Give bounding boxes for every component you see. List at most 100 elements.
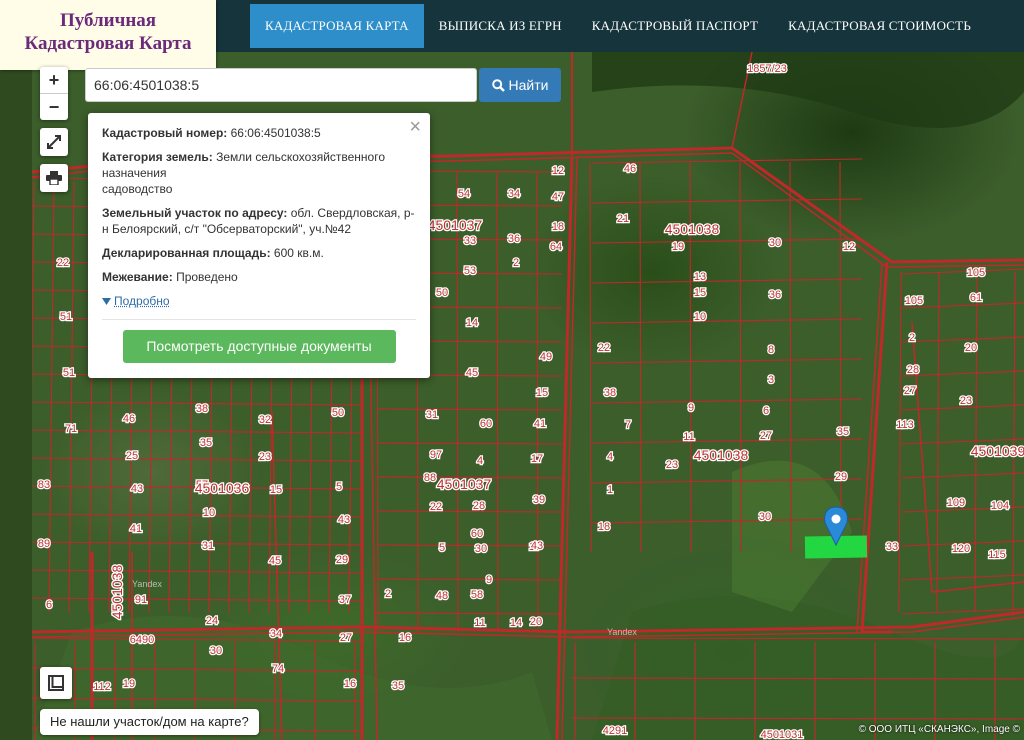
plot-label: 45 xyxy=(466,367,478,379)
cadastral-number-row: Кадастровый номер: 66:06:4501038:5 xyxy=(102,125,416,141)
land-usage-value: садоводство xyxy=(102,182,173,196)
plot-label: 38 xyxy=(196,403,208,415)
plot-label: 19 xyxy=(672,241,684,253)
address-row: Земельный участок по адресу: обл. Свердл… xyxy=(102,205,416,237)
plot-label: 27 xyxy=(340,632,352,644)
plot-label: 16 xyxy=(344,678,356,690)
plot-label: 36 xyxy=(769,289,781,301)
plot-label: 4 xyxy=(607,451,613,463)
plot-label: 89 xyxy=(38,538,50,550)
plot-label: 51 xyxy=(63,367,75,379)
plot-label: 83 xyxy=(38,479,50,491)
plot-label: 3 xyxy=(768,374,774,386)
address-label: Земельный участок по адресу: xyxy=(102,206,288,220)
plot-label: 27 xyxy=(760,430,772,442)
plot-label: 23 xyxy=(259,451,271,463)
fullscreen-button[interactable] xyxy=(40,128,68,156)
logo-line-1: Публичная xyxy=(59,10,157,31)
land-category-row: Категория земель: Земли сельскохозяйстве… xyxy=(102,149,416,197)
nav-egrn-extract[interactable]: ВЫПИСКА ИЗ ЕГРН xyxy=(424,4,577,48)
plot-label: 27 xyxy=(904,385,916,397)
find-button-label: Найти xyxy=(508,77,549,93)
plot-label: 105 xyxy=(905,295,923,307)
plot-label: 51 xyxy=(60,311,72,323)
find-button[interactable]: Найти xyxy=(479,68,561,102)
close-icon[interactable]: × xyxy=(409,117,421,137)
printer-icon xyxy=(46,171,62,185)
plot-label: 4501031 xyxy=(761,729,804,740)
main-nav: КАДАСТРОВАЯ КАРТА ВЫПИСКА ИЗ ЕГРН КАДАСТ… xyxy=(250,4,986,48)
details-link-label: Подробно xyxy=(114,294,170,308)
book-icon xyxy=(48,675,64,691)
plot-label: 50 xyxy=(436,287,448,299)
plot-label: 16 xyxy=(399,632,411,644)
zoom-out-button[interactable]: − xyxy=(40,94,68,120)
plot-label: 17 xyxy=(531,453,543,465)
plot-label: 20 xyxy=(965,342,977,354)
plot-label: 13 xyxy=(694,271,706,283)
zoom-in-button[interactable]: + xyxy=(40,67,68,94)
plot-label: 105 xyxy=(967,267,985,279)
plot-label: 2 xyxy=(385,588,391,600)
land-category-label: Категория земель: xyxy=(102,150,213,164)
print-button[interactable] xyxy=(40,164,68,192)
plot-label: 31 xyxy=(426,409,438,421)
plot-label: 20 xyxy=(530,616,542,628)
plot-label: 64 xyxy=(550,241,562,253)
quarter-label: 4501038 xyxy=(109,565,125,620)
plot-label: 41 xyxy=(130,523,142,535)
plot-label: 21 xyxy=(617,213,629,225)
plot-label: 6 xyxy=(763,405,769,417)
plot-label: 7 xyxy=(625,419,631,431)
plot-label: 48 xyxy=(436,590,448,602)
plot-label: 1857/23 xyxy=(747,63,787,75)
view-documents-button[interactable]: Посмотреть доступные документы xyxy=(122,330,396,363)
not-found-link[interactable]: Не нашли участок/дом на карте? xyxy=(40,709,259,735)
quarter-label: 4501039 xyxy=(971,443,1024,459)
area-label: Декларированная площадь: xyxy=(102,246,271,260)
plot-label: 18 xyxy=(552,221,564,233)
cadastral-search-input[interactable] xyxy=(86,69,476,101)
area-value: 600 кв.м. xyxy=(273,246,324,260)
cadastral-number-label: Кадастровый номер: xyxy=(102,126,228,140)
plot-label: 32 xyxy=(259,414,271,426)
quarter-label: 4501036 xyxy=(195,480,250,496)
plot-label: 97 xyxy=(430,449,442,461)
plot-label: 12 xyxy=(843,241,855,253)
plot-label: 37 xyxy=(339,594,351,606)
nav-cadastral-value[interactable]: КАДАСТРОВАЯ СТОИМОСТЬ xyxy=(773,4,986,48)
plot-label: 35 xyxy=(392,680,404,692)
plot-label: 9 xyxy=(486,574,492,586)
plot-label: 34 xyxy=(270,628,282,640)
plot-label: 61 xyxy=(970,292,982,304)
plot-label: 30 xyxy=(759,511,771,523)
logo-line-2: Кадастровая Карта xyxy=(24,33,192,54)
layers-button[interactable] xyxy=(40,667,72,699)
plot-label: 30 xyxy=(769,237,781,249)
plot-label: 4291 xyxy=(603,725,627,737)
nav-cadastral-map[interactable]: КАДАСТРОВАЯ КАРТА xyxy=(250,4,424,48)
plot-label: 8 xyxy=(768,344,774,356)
plot-label: 35 xyxy=(837,426,849,438)
quarter-label: 4501037 xyxy=(428,217,483,233)
site-logo[interactable]: Публичная Кадастровая Карта xyxy=(0,0,216,70)
nav-cadastral-passport[interactable]: КАДАСТРОВЫЙ ПАСПОРТ xyxy=(577,4,773,48)
plot-label: 35 xyxy=(200,437,212,449)
plot-label: 15 xyxy=(270,484,282,496)
plot-label: 12 xyxy=(552,165,564,177)
plot-label: 14 xyxy=(466,317,478,329)
plot-label: 11 xyxy=(683,431,694,443)
plot-label: 30 xyxy=(475,543,487,555)
plot-label: 10 xyxy=(203,507,215,519)
plot-label: 60 xyxy=(480,418,492,430)
plot-label: 23 xyxy=(666,459,678,471)
plot-label: 22 xyxy=(430,501,442,513)
plot-label: 36 xyxy=(508,233,520,245)
plot-label: 71 xyxy=(65,423,77,435)
plot-label: 4 xyxy=(477,455,483,467)
details-link[interactable]: Подробно xyxy=(102,293,416,309)
plot-label: 25 xyxy=(126,450,138,462)
area-row: Декларированная площадь: 600 кв.м. xyxy=(102,245,416,261)
parcel-info-popup: × Кадастровый номер: 66:06:4501038:5 Кат… xyxy=(88,113,430,378)
search-icon xyxy=(491,78,505,92)
